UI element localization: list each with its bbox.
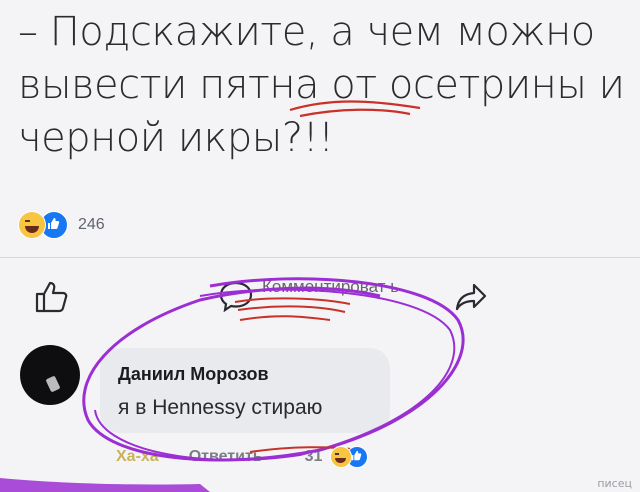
haha-link[interactable]: Ха-ха bbox=[116, 448, 159, 466]
like-button[interactable] bbox=[34, 280, 70, 319]
reaction-count: 246 bbox=[78, 216, 105, 233]
post-line: черной икры?!! bbox=[18, 115, 334, 161]
comment-reaction-count: 31 bbox=[304, 448, 323, 465]
post-line: – Подскажите, а чем можно bbox=[18, 9, 595, 55]
thumbs-up-icon bbox=[35, 281, 68, 313]
comment-author[interactable]: Даниил Морозов bbox=[118, 364, 269, 385]
purple-smear bbox=[0, 478, 210, 492]
divider bbox=[0, 257, 640, 258]
reply-link[interactable]: Ответить bbox=[189, 448, 263, 466]
watermark: писец bbox=[597, 477, 632, 490]
comment-reactions[interactable] bbox=[330, 446, 369, 468]
speech-bubble-icon bbox=[219, 281, 253, 312]
comment-text: я в Hennessy стираю bbox=[118, 396, 323, 419]
comment-label[interactable]: Комментироват ь bbox=[262, 274, 432, 300]
share-arrow-icon bbox=[455, 283, 487, 311]
post-action-bar: Комментироват ь bbox=[0, 270, 640, 320]
post-text: – Подскажите, а чем можно вывести пятна … bbox=[18, 6, 628, 165]
reaction-summary[interactable]: 246 bbox=[18, 210, 105, 240]
comment-actions: Ха-ха Ответить 31 bbox=[116, 446, 369, 468]
haha-icon bbox=[18, 211, 46, 239]
comment-bubble: Даниил Морозов я в Hennessy стираю bbox=[100, 348, 390, 433]
share-button[interactable] bbox=[454, 282, 488, 317]
avatar[interactable] bbox=[20, 345, 80, 405]
post-line: вывести пятна от осетрины и bbox=[18, 62, 625, 108]
comment-button[interactable] bbox=[218, 280, 254, 312]
